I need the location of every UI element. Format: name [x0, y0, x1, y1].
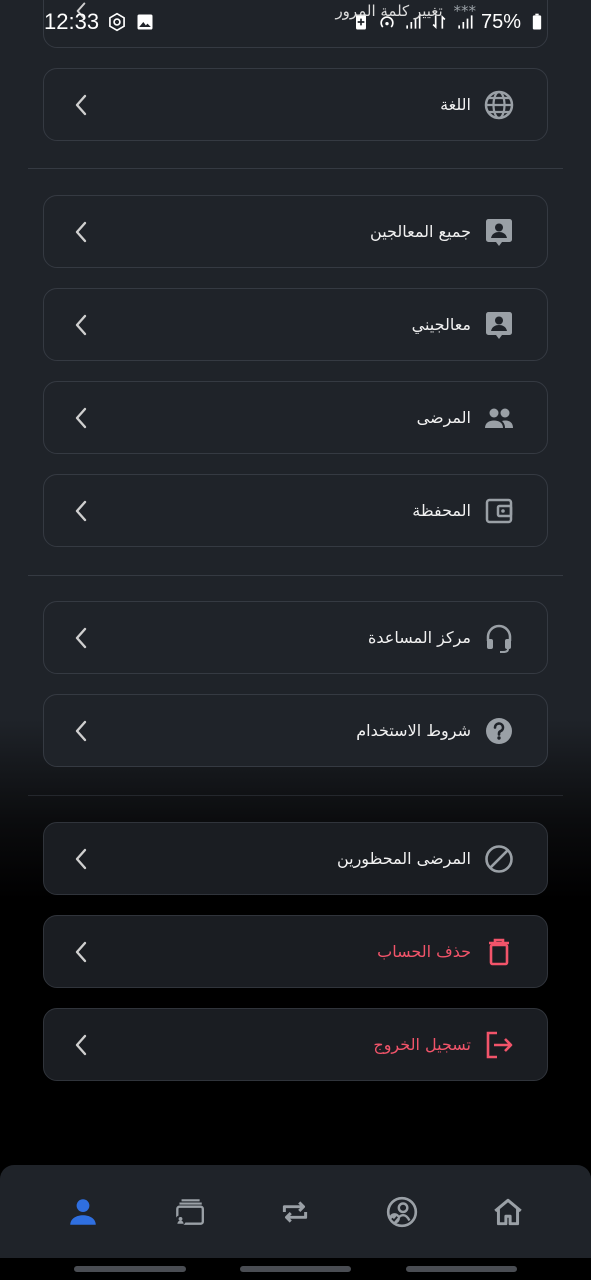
- terms-item[interactable]: شروط الاستخدام: [43, 694, 548, 767]
- nav-sessions[interactable]: [159, 1182, 219, 1242]
- logout-label: تسجيل الخروج: [373, 1035, 471, 1054]
- logout-icon: [486, 1031, 513, 1058]
- chevron-left-icon: [75, 500, 87, 521]
- blocked-patients-label: المرضى المحظورين: [336, 849, 471, 868]
- trash-icon: [489, 938, 509, 965]
- battery-percent: 75%: [480, 10, 521, 33]
- nav-profile[interactable]: [53, 1182, 113, 1242]
- help-center-label: مركز المساعدة: [368, 628, 471, 647]
- profile-icon: [70, 1198, 96, 1225]
- help-center-item[interactable]: مركز المساعدة: [43, 601, 548, 674]
- gesture-handle[interactable]: [240, 1266, 351, 1272]
- all-therapists-label: جميع المعالجين: [370, 222, 471, 241]
- section-divider: [28, 168, 563, 169]
- logout-item[interactable]: تسجيل الخروج: [43, 1008, 548, 1081]
- contact-card-icon: [486, 311, 512, 339]
- block-icon: [485, 844, 513, 873]
- help-circle-icon: [486, 717, 512, 744]
- chevron-left-icon: [75, 1034, 87, 1055]
- gallery-icon: [137, 14, 153, 30]
- chevron-left-icon: [75, 941, 87, 962]
- terms-label: شروط الاستخدام: [356, 721, 471, 740]
- delete-account-label: حذف الحساب: [377, 942, 471, 961]
- change-password-text: تغيير كلمة المرور: [335, 2, 443, 20]
- blocked-patients-item[interactable]: المرضى المحظورين: [43, 822, 548, 895]
- chevron-left-icon: [75, 848, 87, 869]
- my-therapists-item[interactable]: معالجيني: [43, 288, 548, 361]
- globe-icon: [484, 90, 514, 119]
- home-icon: [494, 1198, 522, 1225]
- chevron-left-icon: [75, 720, 87, 741]
- sessions-icon: [175, 1198, 205, 1226]
- battery-icon: [532, 13, 542, 30]
- wallet-icon: [485, 498, 513, 523]
- all-therapists-item[interactable]: جميع المعالجين: [43, 195, 548, 268]
- chevron-left-icon: [75, 221, 87, 242]
- delete-account-item[interactable]: حذف الحساب: [43, 915, 548, 988]
- exchange-icon: [283, 1200, 308, 1223]
- change-password-label: *** تغيير كلمة المرور: [335, 2, 476, 20]
- wallet-item[interactable]: المحفظة: [43, 474, 548, 547]
- chevron-left-icon: [75, 314, 87, 335]
- language-item[interactable]: اللغة: [43, 68, 548, 141]
- people-icon: [485, 408, 513, 428]
- contact-card-icon: [486, 218, 512, 246]
- wallet-label: المحفظة: [412, 501, 471, 520]
- settings-gear-icon: [109, 12, 125, 32]
- chevron-left-icon: [75, 407, 87, 428]
- status-bar: 12:33 75%: [0, 0, 591, 44]
- masked-stars: ***: [453, 2, 477, 20]
- chevron-left-icon: [75, 94, 87, 115]
- my-therapists-label: معالجيني: [411, 315, 471, 334]
- gesture-handle[interactable]: [406, 1266, 517, 1272]
- bottom-nav: [0, 1165, 591, 1258]
- nav-exchange[interactable]: [265, 1182, 325, 1242]
- gesture-bar: [0, 1266, 591, 1274]
- patients-item[interactable]: المرضى: [43, 381, 548, 454]
- therapist-verified-icon: [386, 1196, 417, 1227]
- headset-icon: [486, 624, 512, 653]
- status-time: 12:33: [44, 9, 100, 34]
- chevron-left-icon: [75, 627, 87, 648]
- language-label: اللغة: [440, 95, 471, 114]
- section-divider: [28, 575, 563, 576]
- nav-therapist[interactable]: [372, 1182, 432, 1242]
- nav-home[interactable]: [478, 1182, 538, 1242]
- patients-label: المرضى: [416, 408, 471, 427]
- section-divider: [28, 795, 563, 796]
- gesture-handle[interactable]: [74, 1266, 186, 1272]
